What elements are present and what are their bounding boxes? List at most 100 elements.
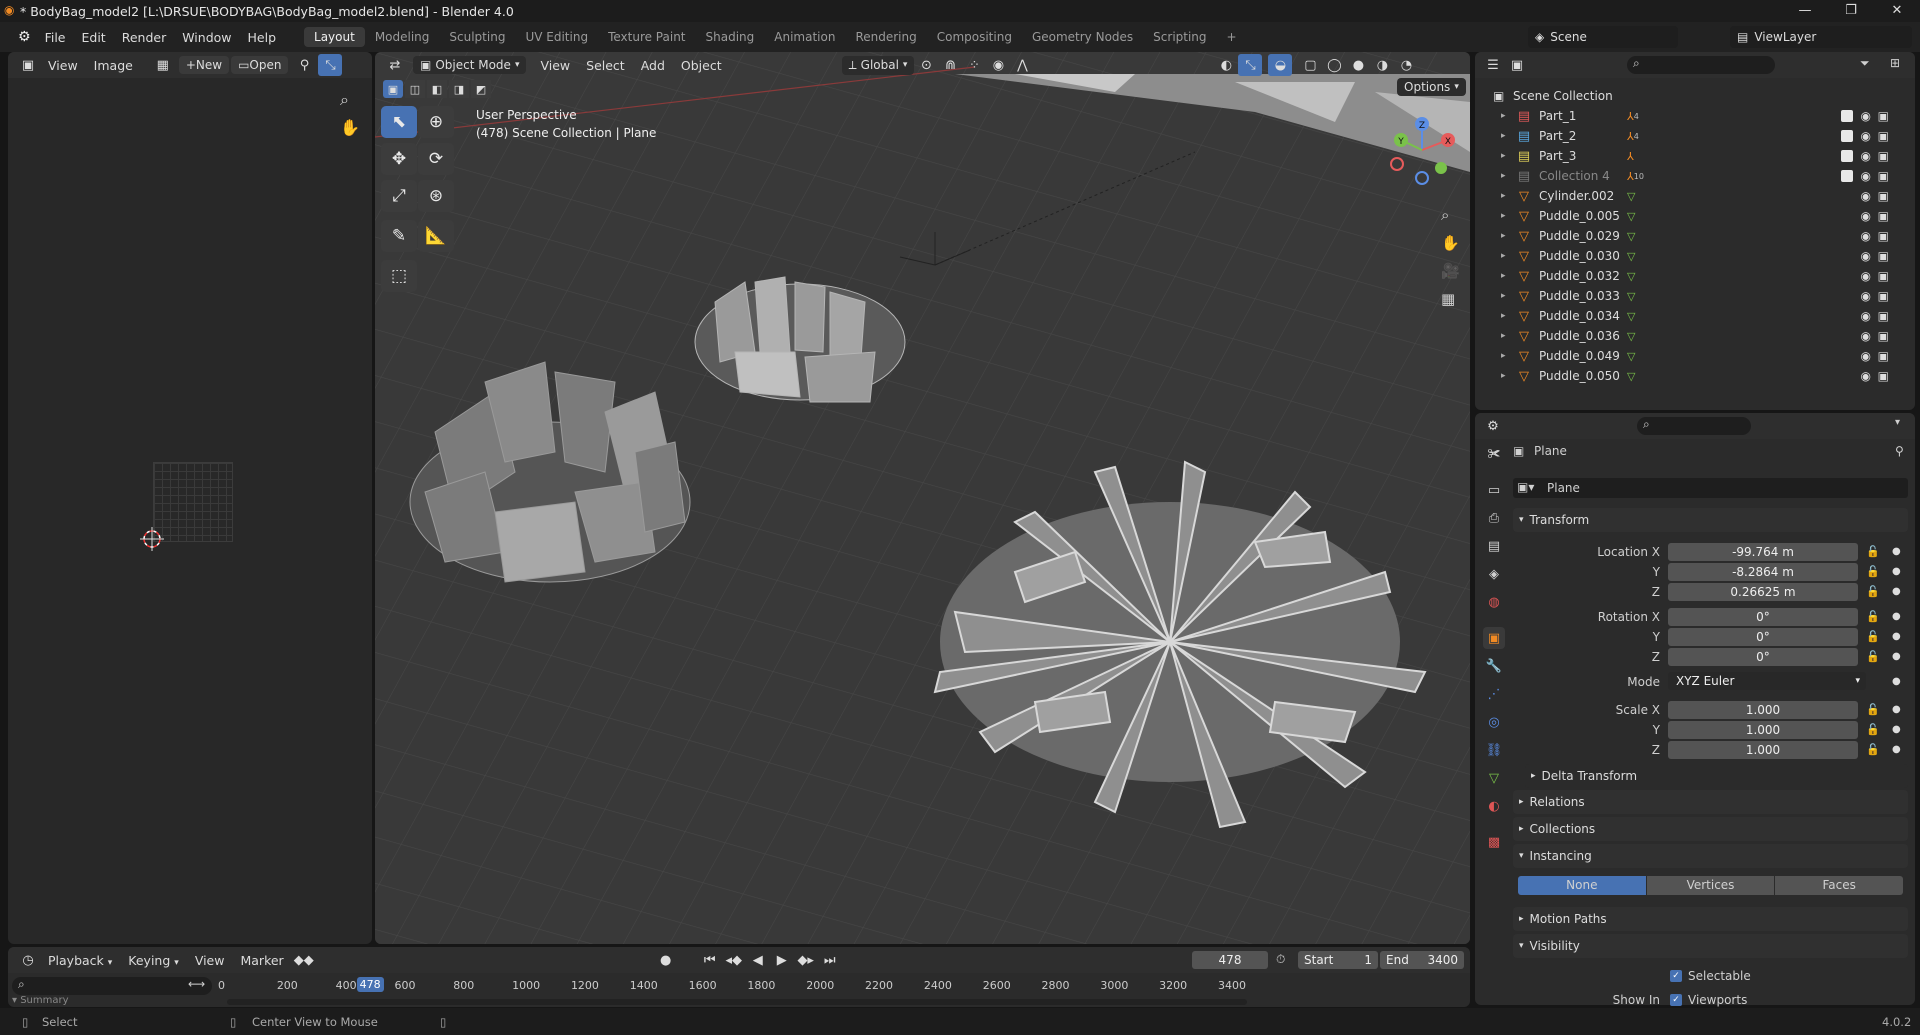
expand-arrow-icon[interactable]: ▸	[1501, 331, 1515, 341]
new-image-button[interactable]: + New	[178, 56, 230, 74]
menu-render[interactable]: Render	[114, 30, 175, 45]
image-mode-icon[interactable]: ⤡	[318, 54, 343, 76]
expand-arrow-icon[interactable]: ▸	[1501, 171, 1515, 181]
marker-menu[interactable]: Marker	[232, 953, 291, 968]
visibility-icon[interactable]: ◐	[1214, 54, 1238, 76]
lock-icon[interactable]: 🔓	[1866, 585, 1880, 598]
object-tab-icon[interactable]: ▣	[1483, 627, 1505, 649]
prev-keyframe-icon[interactable]: ◂◆	[722, 949, 746, 971]
overlay-icon[interactable]: ◒	[1268, 54, 1293, 76]
properties-search-input[interactable]: ⌕	[1637, 417, 1751, 435]
playhead[interactable]: 478	[356, 977, 384, 992]
hand-icon[interactable]: ✋	[340, 118, 360, 137]
expand-arrow-icon[interactable]: ▸	[1501, 111, 1515, 121]
data-tab-icon[interactable]: ▽	[1483, 767, 1505, 789]
expand-arrow-icon[interactable]: ▸	[1501, 131, 1515, 141]
ortho-grid-icon[interactable]: ▦	[1441, 290, 1455, 308]
location-y-field[interactable]: -8.2864 m	[1668, 563, 1858, 581]
outliner-row[interactable]: ▸ ▽ Puddle_0.049 ▽ ◉ ▣	[1475, 346, 1915, 366]
outliner-row[interactable]: ▸ ▤ Part_3 ⅄ ◉ ▣	[1475, 146, 1915, 166]
keyframe-dot-icon[interactable]: ●	[1892, 566, 1901, 577]
select-intersect-icon[interactable]: ◩	[471, 80, 491, 98]
menu-file[interactable]: File	[37, 30, 74, 45]
rendered-shading-icon[interactable]: ◔	[1394, 54, 1418, 76]
transform-panel-header[interactable]: ▾ Transform	[1513, 508, 1908, 532]
play-reverse-icon[interactable]: ◀	[746, 949, 770, 971]
rotation-y-field[interactable]: 0°	[1668, 628, 1858, 646]
minimize-button[interactable]: —	[1782, 0, 1828, 22]
outliner-row[interactable]: ▸ ▽ Puddle_0.034 ▽ ◉ ▣	[1475, 306, 1915, 326]
tab-uv-editing[interactable]: UV Editing	[515, 27, 598, 47]
eye-icon[interactable]: ◉	[1861, 369, 1871, 383]
viewports-checkbox[interactable]: ✓ Viewports	[1670, 993, 1747, 1007]
outliner-row[interactable]: ▸ ▤ Part_1 ⅄ 4 ◉ ▣	[1475, 106, 1915, 126]
lock-icon[interactable]: 🔓	[1866, 723, 1880, 736]
camera-render-icon[interactable]: ▣	[1878, 349, 1889, 363]
solid-shading-icon[interactable]: ●	[1346, 54, 1370, 76]
select-subtract-icon[interactable]: ◧	[427, 80, 447, 98]
rotation-x-field[interactable]: 0°	[1668, 608, 1858, 626]
next-keyframe-icon[interactable]: ◆▸	[794, 949, 818, 971]
current-frame-field[interactable]: 478	[1192, 951, 1268, 969]
chevron-down-icon[interactable]: ▾	[1895, 417, 1900, 428]
location-x-field[interactable]: -99.764 m	[1668, 543, 1858, 561]
camera-icon[interactable]: 🎥	[1441, 262, 1460, 280]
viewport-view-menu[interactable]: View	[532, 58, 578, 73]
camera-render-icon[interactable]: ▣	[1878, 189, 1889, 203]
menu-edit[interactable]: Edit	[73, 30, 113, 45]
exclude-checkbox[interactable]	[1841, 130, 1853, 142]
eye-icon[interactable]: ◉	[1861, 109, 1871, 123]
instancing-panel[interactable]: ▾ Instancing	[1513, 844, 1908, 868]
camera-render-icon[interactable]: ▣	[1878, 289, 1889, 303]
expand-arrow-icon[interactable]: ▸	[1501, 151, 1515, 161]
expand-arrow-icon[interactable]: ▸	[1501, 351, 1515, 361]
tab-rendering[interactable]: Rendering	[845, 27, 926, 47]
physics-tab-icon[interactable]: ◎	[1483, 711, 1505, 733]
outliner-row[interactable]: ▸ ▽ Puddle_0.032 ▽ ◉ ▣	[1475, 266, 1915, 286]
select-new-icon[interactable]: ▣	[383, 80, 403, 98]
eye-icon[interactable]: ◉	[1861, 309, 1871, 323]
scene-selector[interactable]: ◈ Scene	[1528, 26, 1678, 48]
viewport-object-menu[interactable]: Object	[673, 58, 730, 73]
pan-hand-icon[interactable]: ✋	[1441, 234, 1460, 252]
menu-help[interactable]: Help	[240, 30, 285, 45]
menu-window[interactable]: Window	[174, 30, 239, 45]
tab-shading[interactable]: Shading	[696, 27, 765, 47]
view-layer-selector[interactable]: ▤ ViewLayer	[1730, 26, 1912, 48]
end-frame-field[interactable]: End 3400	[1380, 951, 1464, 969]
zoom-icon[interactable]: ⌕	[1441, 206, 1449, 224]
material-shading-icon[interactable]: ◑	[1370, 54, 1394, 76]
texture-tab-icon[interactable]: ▩	[1483, 831, 1505, 853]
gizmo-icon[interactable]: ⤡	[1238, 54, 1263, 76]
selectable-checkbox[interactable]: ✓ Selectable	[1670, 969, 1751, 983]
blender-menu-icon[interactable]: ⚙	[18, 29, 31, 45]
tab-modeling[interactable]: Modeling	[365, 27, 440, 47]
rotation-mode-dropdown[interactable]: XYZ Euler ▾	[1668, 672, 1866, 690]
timeline-search-input[interactable]: ⌕	[12, 977, 212, 995]
eye-icon[interactable]: ◉	[1861, 229, 1871, 243]
expand-arrow-icon[interactable]: ▸	[1501, 271, 1515, 281]
playback-menu[interactable]: Playback ▾	[40, 953, 120, 968]
xray-icon[interactable]: ▢	[1298, 54, 1322, 76]
motion-paths-panel[interactable]: ▸ Motion Paths	[1513, 907, 1908, 931]
modifier-tab-icon[interactable]: 🔧	[1483, 655, 1505, 677]
scale-tool[interactable]: ⤢	[381, 180, 417, 212]
outliner-row[interactable]: ▸ ▤ Part_2 ⅄ 4 ◉ ▣	[1475, 126, 1915, 146]
maximize-button[interactable]: ❐	[1828, 0, 1874, 22]
lock-icon[interactable]: 🔓	[1866, 545, 1880, 558]
outliner-row[interactable]: ▸ ▽ Puddle_0.033 ▽ ◉ ▣	[1475, 286, 1915, 306]
orientation-dropdown[interactable]: ⟂ Global ▾	[841, 55, 915, 75]
select-invert-icon[interactable]: ◨	[449, 80, 469, 98]
falloff-icon[interactable]: ⋀	[1010, 54, 1034, 76]
expand-arrow-icon[interactable]: ▸	[1501, 231, 1515, 241]
exclude-checkbox[interactable]	[1841, 110, 1853, 122]
keyframe-dot-icon[interactable]: ●	[1892, 631, 1901, 642]
eye-icon[interactable]: ◉	[1861, 349, 1871, 363]
new-collection-icon[interactable]: ⊞	[1890, 56, 1900, 70]
keyframe-dot-icon[interactable]: ●	[1892, 586, 1901, 597]
camera-render-icon[interactable]: ▣	[1878, 329, 1889, 343]
scale-x-field[interactable]: 1.000	[1668, 701, 1858, 719]
tool-tab-icon[interactable]: ✀	[1483, 443, 1505, 465]
add-cube-tool[interactable]: ⬚	[381, 260, 417, 292]
location-z-field[interactable]: 0.26625 m	[1668, 583, 1858, 601]
